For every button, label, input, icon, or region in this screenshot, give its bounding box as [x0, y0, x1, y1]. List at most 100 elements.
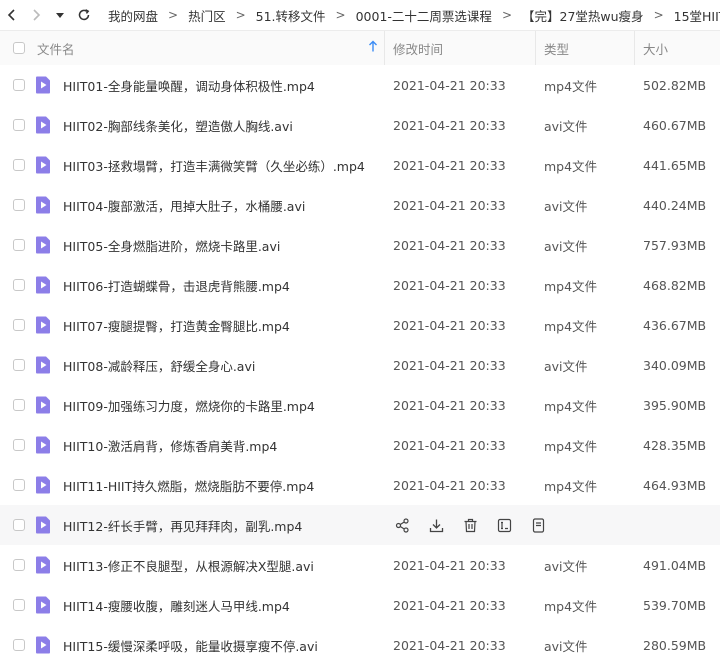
breadcrumb-item[interactable]: 0001-二十二周票选课程 — [352, 6, 496, 25]
column-header-name[interactable]: 文件名 — [37, 39, 384, 58]
rename-icon[interactable] — [495, 516, 513, 534]
file-size: 468.82MB — [643, 277, 707, 293]
file-name[interactable]: HIIT03-拯救塌臂，打造丰满微笑臂（久坐必练）.mp4 — [63, 156, 365, 175]
breadcrumb-item[interactable]: 【完】27堂热wu瘦身 — [518, 6, 648, 25]
row-checkbox[interactable] — [0, 519, 37, 531]
file-name-cell[interactable]: HIIT11-HIIT持久燃脂，燃烧脂肪不要停.mp4 — [36, 476, 384, 495]
breadcrumb-item[interactable]: 15堂HIIT训练 — [670, 6, 720, 25]
table-row[interactable]: HIIT07-瘦腿提臀，打造黄金臀腿比.mp4 2021-04-21 20:33 m… — [0, 305, 720, 345]
row-checkbox[interactable] — [0, 159, 37, 171]
row-checkbox[interactable] — [0, 199, 37, 211]
table-row[interactable]: HIIT01-全身能量唤醒，调动身体积极性.mp4 2021-04-21 20:3… — [0, 65, 720, 105]
table-row[interactable]: HIIT03-拯救塌臂，打造丰满微笑臂（久坐必练）.mp4 2021-04-21 … — [0, 145, 720, 185]
share-icon[interactable] — [393, 516, 411, 534]
table-row[interactable]: HIIT15-缓慢深柔呼吸，能量收摄享瘦不停.avi 2021-04-21 20:… — [0, 625, 720, 665]
file-name[interactable]: HIIT05-全身燃脂进阶，燃烧卡路里.avi — [63, 236, 280, 255]
file-name-cell[interactable]: HIIT02-胸部线条美化，塑造傲人胸线.avi — [35, 116, 384, 135]
back-button[interactable] — [0, 0, 24, 30]
download-icon[interactable] — [427, 516, 445, 534]
table-row[interactable]: HIIT06-打造蝴蝶骨，击退虎背熊腰.mp4 2021-04-21 20:33 m… — [0, 265, 720, 305]
table-row[interactable]: HIIT13-修正不良腿型，从根源解决X型腿.avi 2021-04-21 20:… — [0, 545, 720, 585]
table-row[interactable]: HIIT09-加强练习力度，燃烧你的卡路里.mp4 2021-04-21 20:3… — [0, 385, 720, 425]
video-file-icon — [35, 76, 51, 94]
row-checkbox[interactable] — [0, 119, 37, 131]
file-list-header: 文件名 修改时间 类型 大小 — [0, 31, 720, 65]
row-checkbox[interactable] — [0, 399, 37, 411]
video-file-icon — [35, 196, 51, 214]
row-checkbox[interactable] — [0, 319, 37, 331]
table-row[interactable]: HIIT14-瘦腰收腹，雕刻迷人马甲线.mp4 2021-04-21 20:33 m… — [0, 585, 720, 625]
file-size: 464.93MB — [643, 477, 707, 493]
video-file-icon — [35, 316, 51, 334]
refresh-button[interactable] — [72, 0, 96, 30]
row-checkbox[interactable] — [0, 559, 37, 571]
column-header-time[interactable]: 修改时间 — [384, 31, 535, 65]
file-name-cell[interactable]: HIIT01-全身能量唤醒，调动身体积极性.mp4 — [35, 76, 384, 95]
forward-button[interactable] — [24, 0, 48, 30]
sort-ascending-icon[interactable] — [368, 40, 378, 56]
row-checkbox[interactable] — [0, 239, 37, 251]
row-checkbox[interactable] — [0, 599, 37, 611]
file-name[interactable]: HIIT08-减龄释压，舒缓全身心.avi — [63, 356, 255, 375]
modified-time: 2021-04-21 20:33 — [393, 477, 506, 493]
video-file-icon — [35, 636, 51, 654]
file-type: avi文件 — [544, 238, 588, 254]
table-row[interactable]: HIIT08-减龄释压，舒缓全身心.avi 2021-04-21 20:33 avi… — [0, 345, 720, 385]
file-name[interactable]: HIIT09-加强练习力度，燃烧你的卡路里.mp4 — [63, 396, 315, 415]
file-name-cell[interactable]: HIIT13-修正不良腿型，从根源解决X型腿.avi — [36, 556, 384, 575]
file-name[interactable]: HIIT15-缓慢深柔呼吸，能量收摄享瘦不停.avi — [63, 636, 318, 655]
video-file-icon — [35, 116, 51, 134]
file-name-cell[interactable]: HIIT03-拯救塌臂，打造丰满微笑臂（久坐必练）.mp4 — [36, 156, 384, 175]
column-type-label: 类型 — [544, 41, 570, 57]
more-icon[interactable] — [529, 516, 547, 534]
breadcrumb-item[interactable]: 我的网盘 — [104, 6, 162, 25]
table-row[interactable]: HIIT11-HIIT持久燃脂，燃烧脂肪不要停.mp4 2021-04-21 20… — [0, 465, 720, 505]
file-name[interactable]: HIIT01-全身能量唤醒，调动身体积极性.mp4 — [63, 76, 315, 95]
modified-time: 2021-04-21 20:33 — [393, 277, 506, 293]
breadcrumb-item[interactable]: 热门区 — [184, 6, 230, 25]
file-name-cell[interactable]: HIIT12-纤长手臂，再见拜拜肉，副乳.mp4 — [36, 516, 384, 535]
file-name-cell[interactable]: HIIT06-打造蝴蝶骨，击退虎背熊腰.mp4 — [36, 276, 384, 295]
file-name-cell[interactable]: HIIT07-瘦腿提臀，打造黄金臀腿比.mp4 — [35, 316, 384, 335]
chevron-left-icon — [7, 9, 15, 21]
file-name[interactable]: HIIT11-HIIT持久燃脂，燃烧脂肪不要停.mp4 — [63, 476, 314, 495]
modified-time: 2021-04-21 20:33 — [393, 237, 506, 253]
file-name-cell[interactable]: HIIT08-减龄释压，舒缓全身心.avi — [36, 356, 384, 375]
file-name-cell[interactable]: HIIT14-瘦腰收腹，雕刻迷人马甲线.mp4 — [36, 596, 384, 615]
table-row[interactable]: HIIT02-胸部线条美化，塑造傲人胸线.avi 2021-04-21 20:33… — [0, 105, 720, 145]
row-checkbox[interactable] — [0, 79, 37, 91]
file-name[interactable]: HIIT14-瘦腰收腹，雕刻迷人马甲线.mp4 — [63, 596, 290, 615]
file-size: 395.90MB — [643, 397, 707, 413]
file-name-cell[interactable]: HIIT15-缓慢深柔呼吸，能量收摄享瘦不停.avi — [35, 636, 384, 655]
breadcrumb-item[interactable]: 51.转移文件 — [252, 6, 330, 25]
file-name-cell[interactable]: HIIT05-全身燃脂进阶，燃烧卡路里.avi — [36, 236, 384, 255]
file-name-cell[interactable]: HIIT04-腹部激活，甩掉大肚子，水桶腰.avi — [35, 196, 384, 215]
file-name[interactable]: HIIT06-打造蝴蝶骨，击退虎背熊腰.mp4 — [63, 276, 290, 295]
file-size: 460.67MB — [643, 117, 707, 133]
row-checkbox[interactable] — [0, 639, 37, 651]
table-row[interactable]: HIIT12-纤长手臂，再见拜拜肉，副乳.mp4 — [0, 505, 720, 545]
file-name[interactable]: HIIT12-纤长手臂，再见拜拜肉，副乳.mp4 — [63, 516, 302, 535]
row-checkbox[interactable] — [0, 479, 37, 491]
file-type: mp4文件 — [544, 438, 598, 454]
row-checkbox[interactable] — [0, 359, 37, 371]
file-name[interactable]: HIIT02-胸部线条美化，塑造傲人胸线.avi — [63, 116, 293, 135]
row-checkbox[interactable] — [0, 439, 37, 451]
table-row[interactable]: HIIT10-激活肩背，修炼香肩美背.mp4 2021-04-21 20:33 mp… — [0, 425, 720, 465]
file-type: mp4文件 — [544, 398, 598, 414]
file-name[interactable]: HIIT07-瘦腿提臀，打造黄金臀腿比.mp4 — [63, 316, 290, 335]
file-name[interactable]: HIIT13-修正不良腿型，从根源解决X型腿.avi — [63, 556, 314, 575]
row-checkbox[interactable] — [0, 279, 37, 291]
file-name[interactable]: HIIT10-激活肩背，修炼香肩美背.mp4 — [63, 436, 277, 455]
delete-icon[interactable] — [461, 516, 479, 534]
select-all-checkbox[interactable] — [0, 42, 37, 54]
file-name-cell[interactable]: HIIT10-激活肩背，修炼香肩美背.mp4 — [36, 436, 384, 455]
column-header-size[interactable]: 大小 — [634, 31, 720, 65]
history-dropdown-button[interactable] — [48, 0, 72, 30]
table-row[interactable]: HIIT04-腹部激活，甩掉大肚子，水桶腰.avi 2021-04-21 20:3… — [0, 185, 720, 225]
column-header-type[interactable]: 类型 — [535, 31, 634, 65]
file-name-cell[interactable]: HIIT09-加强练习力度，燃烧你的卡路里.mp4 — [36, 396, 384, 415]
file-name[interactable]: HIIT04-腹部激活，甩掉大肚子，水桶腰.avi — [63, 196, 305, 215]
table-row[interactable]: HIIT05-全身燃脂进阶，燃烧卡路里.avi 2021-04-21 20:33 a… — [0, 225, 720, 265]
modified-time: 2021-04-21 20:33 — [393, 557, 506, 573]
